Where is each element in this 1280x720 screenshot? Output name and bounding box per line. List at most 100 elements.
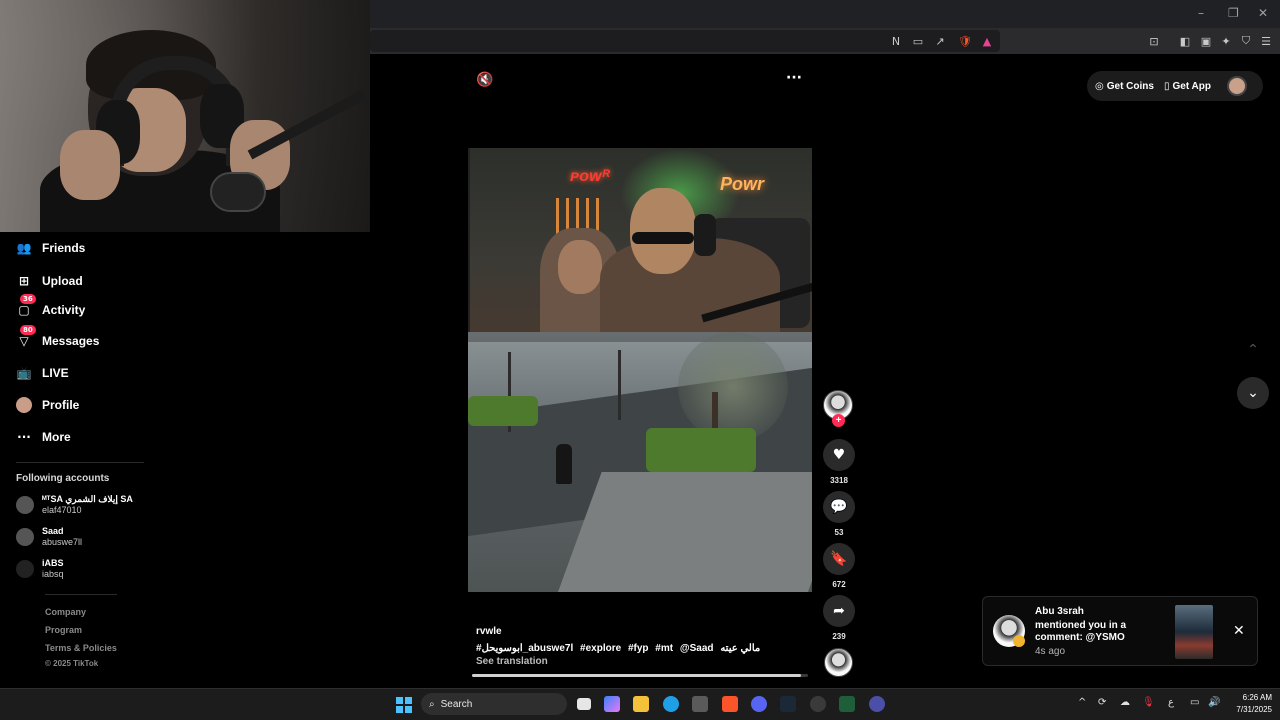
like-button[interactable]: ♥: [823, 439, 855, 471]
footer-company-link[interactable]: Company: [45, 607, 86, 617]
mention[interactable]: @Saad: [680, 643, 714, 654]
following-title: Following accounts: [16, 473, 110, 484]
hashtag[interactable]: #ابوسويحل_abuswe7l: [476, 643, 573, 654]
hashtag[interactable]: #explore: [580, 643, 621, 654]
share-count: 239: [832, 632, 846, 641]
steam-icon[interactable]: [780, 696, 796, 712]
header-actions: ◎ Get Coins ▯ Get App: [1087, 71, 1263, 101]
sidebar-item-label: LIVE: [42, 366, 69, 380]
comment-button[interactable]: 💬: [823, 491, 855, 523]
save-button[interactable]: 🔖: [823, 543, 855, 575]
maximize-button[interactable]: ❐: [1228, 6, 1239, 20]
mute-icon[interactable]: 🔇: [476, 72, 493, 88]
close-icon[interactable]: ✕: [1233, 623, 1245, 639]
reader-icon[interactable]: N: [888, 33, 904, 49]
account-name: iABS: [42, 558, 64, 568]
notification-toast[interactable]: Abu 3srah mentioned you in a comment: @Y…: [982, 596, 1258, 666]
footer-program-link[interactable]: Program: [45, 625, 82, 635]
cast-icon[interactable]: ▭: [910, 33, 926, 49]
discord-icon[interactable]: [751, 696, 767, 712]
close-window-button[interactable]: ✕: [1258, 6, 1268, 20]
windows-start-icon[interactable]: [396, 697, 412, 713]
clock-date: 7/31/2025: [1236, 705, 1272, 714]
app-icon[interactable]: [869, 696, 885, 712]
keyboard-language[interactable]: ع: [1168, 697, 1174, 708]
wallet-icon[interactable]: ▣: [1198, 33, 1214, 49]
sidebar-item-friends[interactable]: 👥 Friends: [16, 237, 86, 259]
cloud-icon[interactable]: ☁: [1120, 697, 1130, 708]
account-name: ᴹᵀSA إيلاف الشمري SA: [42, 494, 133, 504]
brave-icon[interactable]: [722, 696, 738, 712]
sidebar-item-label: Upload: [42, 274, 83, 288]
address-bar[interactable]: [370, 30, 1000, 52]
get-coins-button[interactable]: ◎ Get Coins: [1095, 81, 1154, 92]
clock-time: 6:26 AM: [1242, 693, 1272, 702]
following-account[interactable]: iABS iabsq: [16, 558, 64, 580]
leo-ai-icon[interactable]: ✦: [1218, 33, 1234, 49]
caption-text: مالي عيته: [720, 643, 761, 654]
sidebar-item-live[interactable]: 📺 LIVE: [16, 362, 69, 384]
edge-icon[interactable]: [663, 696, 679, 712]
sidebar-item-label: Activity: [42, 303, 86, 317]
following-account[interactable]: Saad abuswe7ll: [16, 526, 82, 548]
divider: [16, 462, 144, 463]
video-hashtags: #ابوسويحل_abuswe7l #explore #fyp #mt @Sa…: [476, 643, 764, 654]
obs-icon[interactable]: [810, 696, 826, 712]
get-app-button[interactable]: ▯ Get App: [1164, 81, 1211, 92]
share-button[interactable]: ➦: [823, 595, 855, 627]
heart-icon: ♥: [832, 447, 846, 463]
sidebar-item-activity[interactable]: ▢ 36 Activity: [16, 294, 86, 321]
sound-avatar[interactable]: [824, 648, 853, 677]
vpn-icon[interactable]: ⛉: [1238, 33, 1254, 49]
neon-sign-left: ᴘᴏᴡᴿ: [570, 168, 611, 185]
menu-icon[interactable]: ☰: [1258, 33, 1274, 49]
account-handle: elaf47010: [42, 505, 82, 515]
sidebar-item-label: More: [42, 430, 71, 444]
screen: – ❐ ✕ N ▭ ↗ 🛡 ▲ ⊡ ◧ ▣ ✦ ⛉ ☰ 👥 Friends ⊞ …: [0, 0, 1280, 720]
follow-plus-button[interactable]: +: [832, 414, 845, 427]
next-video-button[interactable]: ⌄: [1237, 377, 1269, 409]
hashtag[interactable]: #mt: [655, 643, 673, 654]
neon-sign-right: Powr: [720, 174, 765, 194]
video-player[interactable]: ᴘᴏᴡᴿ Powr: [468, 148, 812, 592]
rewards-icon[interactable]: ▲: [979, 33, 995, 49]
notification-time: 4s ago: [1035, 646, 1066, 657]
hashtag[interactable]: #fyp: [628, 643, 649, 654]
user-avatar[interactable]: [1227, 76, 1247, 96]
network-icon[interactable]: ▭: [1190, 697, 1199, 708]
taskbar-search[interactable]: ⌕ Search: [421, 693, 567, 715]
sidebar-item-more[interactable]: ··· More: [16, 426, 71, 448]
messages-icon: ▽ 80: [16, 325, 36, 349]
notification-badge-icon: [1013, 635, 1025, 647]
see-translation-link[interactable]: See translation: [476, 656, 548, 667]
tray-overflow-icon[interactable]: ^: [1078, 697, 1086, 708]
footer-terms-link[interactable]: Terms & Policies: [45, 643, 117, 653]
task-view-icon[interactable]: [577, 698, 591, 710]
sidebar-item-profile[interactable]: Profile: [16, 394, 79, 416]
sidebar-item-messages[interactable]: ▽ 80 Messages: [16, 325, 99, 352]
sidebar-item-upload[interactable]: ⊞ Upload: [16, 270, 83, 292]
file-explorer-icon[interactable]: [633, 696, 649, 712]
tab-search-icon[interactable]: ⊡: [1146, 33, 1162, 49]
video-author[interactable]: rvwle: [476, 626, 502, 637]
video-progress-bar[interactable]: [472, 674, 808, 677]
previous-video-button[interactable]: ⌃: [1237, 334, 1269, 366]
account-avatar: [16, 496, 34, 514]
brave-shield-icon[interactable]: 🛡: [957, 33, 973, 49]
system-clock[interactable]: 6:26 AM 7/31/2025: [1226, 692, 1272, 716]
account-avatar: [16, 560, 34, 578]
terminal-icon[interactable]: [839, 696, 855, 712]
minimize-button[interactable]: –: [1198, 6, 1204, 20]
bookmark-icon: 🔖: [830, 551, 848, 567]
store-icon[interactable]: [692, 696, 708, 712]
account-handle: iabsq: [42, 569, 64, 579]
copilot-icon[interactable]: [604, 696, 620, 712]
microphone-icon[interactable]: 🎙: [1142, 697, 1155, 708]
more-options-icon[interactable]: ···: [786, 70, 802, 86]
following-account[interactable]: ᴹᵀSA إيلاف الشمري SA elaf47010: [16, 494, 133, 516]
friends-icon: 👥: [16, 241, 32, 255]
volume-icon[interactable]: 🔊: [1208, 697, 1220, 708]
sync-icon[interactable]: ⟳: [1098, 697, 1106, 708]
share-icon[interactable]: ↗: [932, 33, 948, 49]
sidebar-toggle-icon[interactable]: ◧: [1177, 33, 1193, 49]
